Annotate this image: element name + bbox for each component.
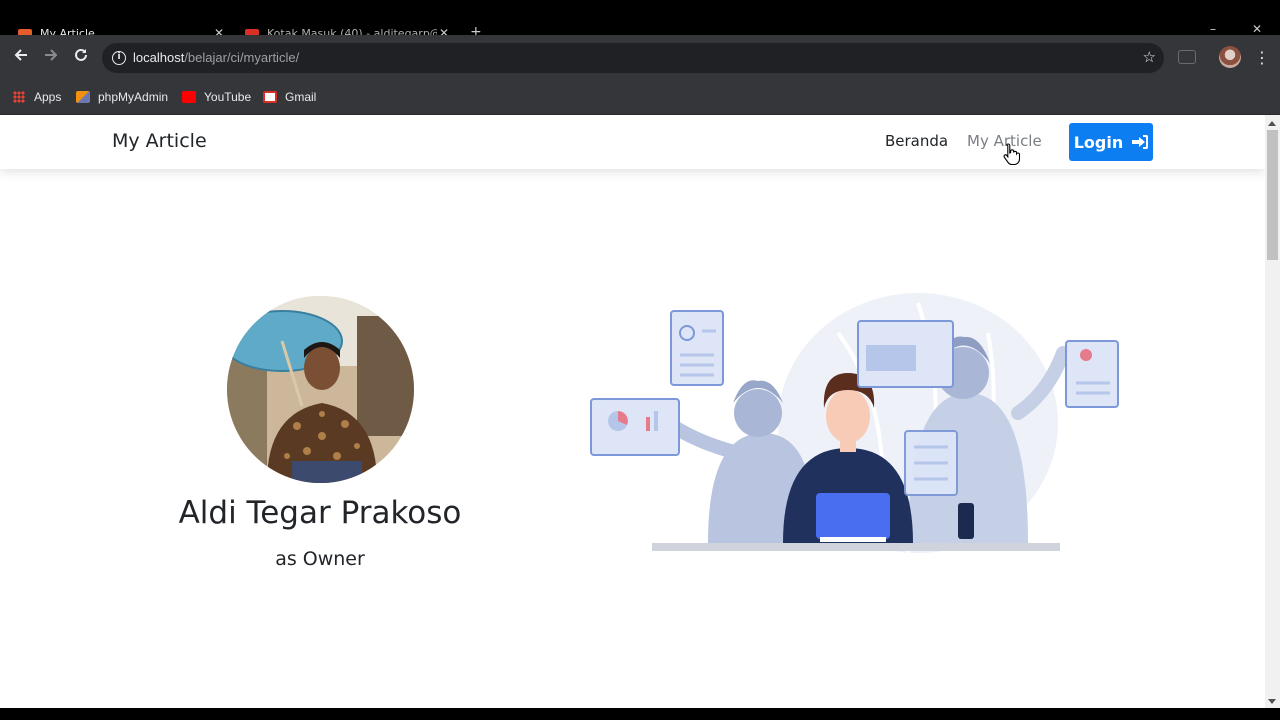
minimize-icon[interactable]: – [1210, 22, 1216, 36]
bookmark-label: YouTube [204, 90, 252, 104]
youtube-icon [182, 91, 196, 103]
bookmarks-bar: Apps phpMyAdmin YouTube Gmail [0, 81, 1280, 115]
web-page: My Article Beranda My Article Login Aldi… [0, 115, 1265, 708]
apps-grid-icon [13, 91, 25, 103]
phpmyadmin-icon [76, 91, 90, 103]
sign-in-icon [1132, 135, 1149, 149]
site-info-icon[interactable]: i [112, 51, 126, 65]
forward-icon[interactable] [40, 47, 62, 69]
browser-menu-icon[interactable]: ⋮ [1254, 47, 1270, 69]
owner-role: as Owner [275, 548, 365, 570]
bookmark-label: phpMyAdmin [98, 90, 169, 104]
owner-photo [227, 296, 414, 483]
browser-toolbar: i localhost/belajar/ci/myarticle/ ☆ ⋮ [0, 35, 1280, 81]
gmail-icon [263, 91, 277, 103]
login-button-label: Login [1073, 132, 1124, 152]
scroll-down-icon[interactable] [1268, 699, 1276, 704]
bookmark-star-icon[interactable]: ☆ [1143, 48, 1156, 66]
reload-icon[interactable] [70, 47, 92, 69]
navbar-brand[interactable]: My Article [112, 130, 207, 152]
browser-tab-strip: My Article ✕ Kotak Masuk (40) - alditega… [0, 0, 1280, 41]
camera-icon[interactable] [1178, 50, 1196, 64]
profile-avatar[interactable] [1219, 46, 1241, 68]
owner-name: Aldi Tegar Prakoso [178, 495, 462, 531]
url-text: localhost/belajar/ci/myarticle/ [133, 50, 299, 65]
team-illustration [590, 293, 1119, 554]
close-window-icon[interactable]: ✕ [1252, 22, 1262, 36]
bookmark-label: Apps [34, 90, 62, 104]
scrollbar-thumb[interactable] [1267, 130, 1278, 260]
url-host: localhost [133, 50, 185, 65]
url-path: /belajar/ci/myarticle/ [184, 50, 300, 65]
address-bar[interactable]: i localhost/belajar/ci/myarticle/ ☆ [102, 43, 1164, 73]
bottom-edge [0, 708, 1280, 720]
scroll-up-icon[interactable] [1268, 121, 1276, 126]
hand-pointer-cursor-icon [1003, 143, 1021, 166]
site-navbar: My Article Beranda My Article Login [0, 115, 1265, 169]
bookmark-apps[interactable]: Apps [13, 90, 61, 104]
back-icon[interactable] [10, 47, 32, 69]
bookmark-label: Gmail [285, 90, 317, 104]
nav-link-beranda[interactable]: Beranda [885, 132, 948, 150]
bookmark-youtube[interactable]: YouTube [182, 90, 251, 104]
bookmark-phpmyadmin[interactable]: phpMyAdmin [76, 90, 168, 104]
bookmark-gmail[interactable]: Gmail [263, 90, 316, 104]
page-scrollbar[interactable] [1265, 115, 1280, 708]
login-button[interactable]: Login [1069, 123, 1153, 161]
